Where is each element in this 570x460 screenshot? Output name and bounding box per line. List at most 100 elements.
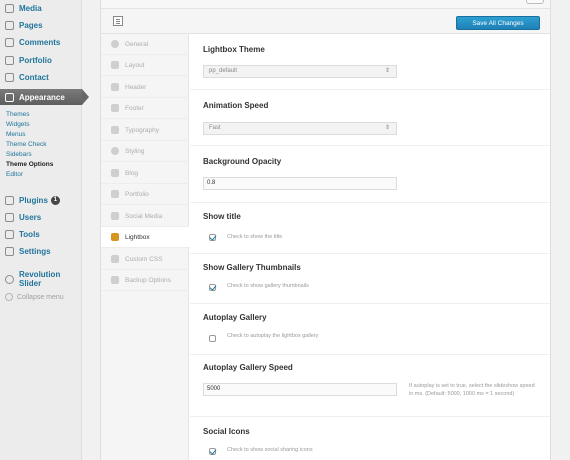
option-title-show-gallery-thumbnails: Show Gallery Thumbnails	[203, 263, 301, 272]
media-icon	[5, 3, 14, 13]
menu-label: Appearance	[19, 92, 65, 102]
tab-label: Blog	[125, 169, 139, 177]
portfolio-icon	[5, 55, 14, 65]
gear-icon	[111, 40, 119, 48]
tab-label: Styling	[125, 147, 145, 155]
screen-options-button[interactable]	[526, 0, 544, 4]
show-title-label: Check to show the title	[227, 234, 283, 240]
menu-settings[interactable]: Settings	[0, 243, 82, 259]
animation-speed-select[interactable]: Fast ⇕	[203, 122, 397, 135]
options-toolbar: Save All Changes	[101, 9, 550, 34]
menu-portfolio[interactable]: Portfolio	[0, 52, 82, 68]
tab-header[interactable]: Header	[101, 77, 189, 98]
comments-icon	[5, 37, 14, 47]
css-icon	[111, 255, 119, 263]
collapse-menu[interactable]: Collapse menu	[5, 293, 64, 301]
submenu-themes[interactable]: Themes	[0, 110, 82, 119]
palette-icon	[111, 147, 119, 155]
tab-label: Layout	[125, 61, 145, 69]
revolution-slider-icon	[5, 274, 14, 284]
autoplay-gallery-speed-description: If autoplay is set to true, select the s…	[409, 383, 535, 397]
social-icon	[111, 212, 119, 220]
divider	[190, 89, 550, 90]
tab-label: Portfolio	[125, 190, 149, 198]
header-icon	[111, 83, 119, 91]
menu-label: Plugins	[19, 195, 48, 205]
divider	[190, 416, 550, 417]
menu-plugins[interactable]: Plugins 1	[0, 192, 82, 208]
plugins-icon	[5, 195, 14, 205]
menu-label: Portfolio	[19, 55, 52, 65]
menu-tools[interactable]: Tools	[0, 226, 82, 242]
social-icons-checkbox[interactable]	[209, 448, 216, 455]
tools-icon	[5, 229, 14, 239]
menu-users[interactable]: Users	[0, 209, 82, 225]
divider	[190, 303, 550, 304]
tab-typography[interactable]: Typography	[101, 120, 189, 141]
option-title-background-opacity: Background Opacity	[203, 157, 282, 166]
tab-label: Header	[125, 83, 147, 91]
show-gallery-thumbnails-label: Check to show gallery thumbnails	[227, 283, 309, 289]
options-tabs: General Layout Header Footer Typography …	[101, 34, 190, 460]
submenu-editor[interactable]: Editor	[0, 170, 82, 179]
background-opacity-input[interactable]: 0.8	[203, 177, 397, 190]
appearance-icon	[5, 92, 14, 102]
tab-general[interactable]: General	[101, 34, 189, 55]
admin-sidebar: Media Pages Comments Portfolio Contact A…	[0, 0, 89, 460]
menu-label: Settings	[19, 246, 51, 256]
contact-icon	[5, 72, 14, 82]
pencil-icon	[111, 169, 119, 177]
pages-icon	[5, 20, 14, 30]
tab-lightbox[interactable]: Lightbox	[101, 227, 190, 248]
collapse-icon	[5, 293, 13, 301]
theme-options-panel: Save All Changes General Layout Header F…	[100, 0, 551, 460]
autoplay-gallery-label: Check to autoplay the lightbox gallery	[227, 333, 319, 339]
submenu-theme-check[interactable]: Theme Check	[0, 140, 82, 149]
option-title-social-icons: Social Icons	[203, 427, 250, 436]
lightbox-theme-select[interactable]: pp_default ⇕	[203, 65, 397, 78]
tab-portfolio[interactable]: Portfolio	[101, 184, 189, 205]
tab-blog[interactable]: Blog	[101, 163, 189, 184]
menu-label: Contact	[19, 72, 49, 82]
select-value: pp_default	[209, 68, 238, 74]
submenu-menus[interactable]: Menus	[0, 130, 82, 139]
autoplay-gallery-speed-input[interactable]: 5000	[203, 383, 397, 396]
menu-contact[interactable]: Contact	[0, 69, 82, 85]
menu-label: Users	[19, 212, 42, 222]
show-title-checkbox[interactable]	[209, 234, 216, 241]
portfolio-icon	[111, 190, 119, 198]
backup-icon	[111, 276, 119, 284]
option-title-show-title: Show title	[203, 212, 241, 221]
tab-label: Backup Options	[125, 276, 171, 284]
menu-revolution-slider[interactable]: Revolution Slider	[0, 270, 82, 288]
lightbox-options: Lightbox Theme pp_default ⇕ Animation Spe…	[190, 34, 550, 460]
submenu-sidebars[interactable]: Sidebars	[0, 150, 82, 159]
submenu-theme-options[interactable]: Theme Options	[0, 160, 82, 169]
tab-footer[interactable]: Footer	[101, 98, 189, 119]
show-gallery-thumbnails-checkbox[interactable]	[209, 284, 216, 291]
divider	[190, 253, 550, 254]
tab-custom-css[interactable]: Custom CSS	[101, 249, 189, 270]
settings-icon	[5, 246, 14, 256]
menu-pages[interactable]: Pages	[0, 17, 82, 33]
update-count-badge: 1	[50, 195, 60, 205]
select-value: Fast	[209, 125, 221, 131]
submenu-widgets[interactable]: Widgets	[0, 120, 82, 129]
menu-appearance[interactable]: Appearance	[0, 89, 89, 105]
menu-label: Pages	[19, 20, 43, 30]
social-icons-label: Check to show social sharing icons	[227, 447, 313, 453]
tab-social-media[interactable]: Social Media	[101, 206, 189, 227]
divider	[190, 145, 550, 146]
tab-layout[interactable]: Layout	[101, 55, 189, 76]
collapse-label: Collapse menu	[17, 293, 64, 301]
divider	[190, 202, 550, 203]
save-all-changes-button[interactable]: Save All Changes	[456, 16, 540, 30]
lightbox-icon	[111, 233, 119, 241]
tab-styling[interactable]: Styling	[101, 141, 189, 162]
menu-label: Revolution Slider	[19, 270, 61, 288]
menu-comments[interactable]: Comments	[0, 34, 82, 50]
menu-media[interactable]: Media	[0, 0, 82, 16]
autoplay-gallery-checkbox[interactable]	[209, 335, 216, 342]
menu-label: Comments	[19, 37, 61, 47]
tab-backup-options[interactable]: Backup Options	[101, 270, 189, 291]
